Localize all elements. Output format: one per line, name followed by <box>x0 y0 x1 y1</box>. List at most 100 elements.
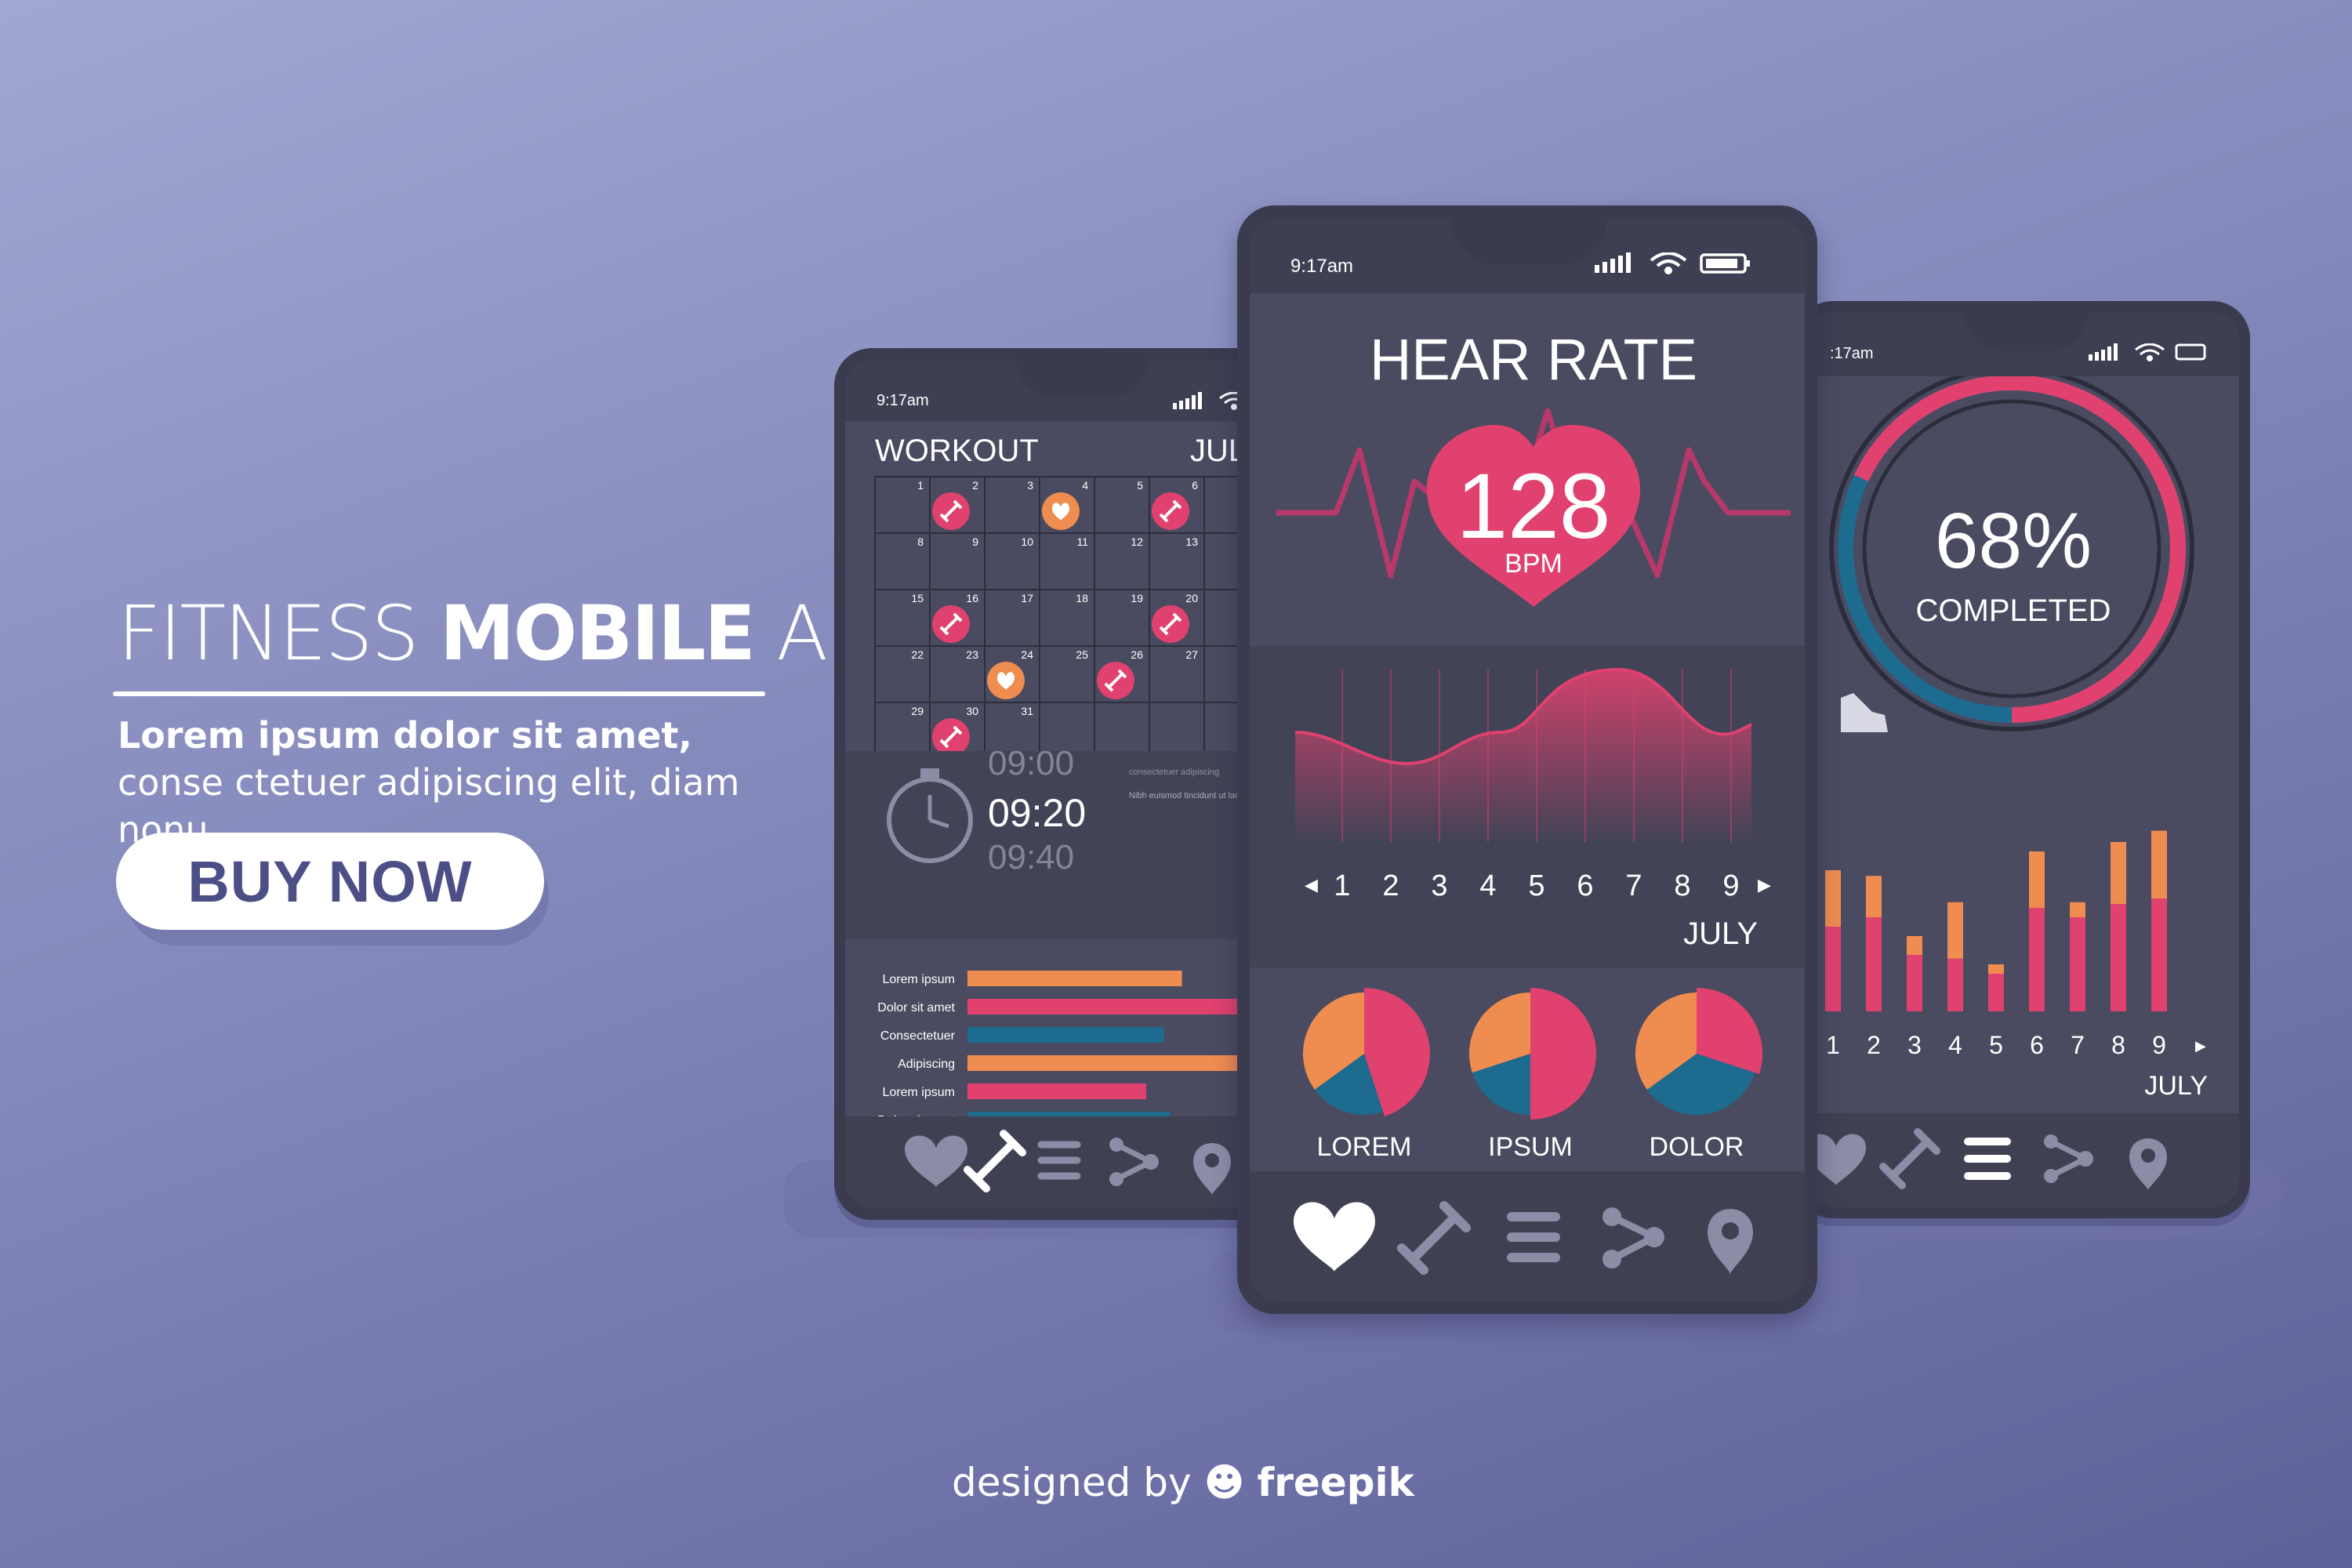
area-month: JULY <box>1683 916 1758 951</box>
calendar-day[interactable]: 29 <box>911 705 924 717</box>
calendar-day[interactable]: 12 <box>1131 535 1143 548</box>
calendar-day[interactable]: 8 <box>917 535 924 548</box>
calendar-day[interactable]: 13 <box>1185 535 1198 548</box>
calendar-day[interactable]: 27 <box>1185 648 1198 661</box>
calendar-day[interactable]: 6 <box>1192 479 1198 492</box>
calendar-day[interactable]: 26 <box>1131 648 1143 661</box>
bar-label: Lorem ipsum <box>883 973 955 986</box>
list-icon[interactable] <box>1037 1141 1081 1180</box>
next-arrow[interactable]: ▶ <box>2195 1038 2206 1054</box>
calendar-day[interactable]: 15 <box>911 592 924 604</box>
calendar-day[interactable]: 3 <box>1027 479 1033 492</box>
status-icons <box>1595 252 1750 274</box>
day-label: 1 <box>1334 869 1350 902</box>
heart-icon[interactable] <box>905 1135 967 1187</box>
dumbbell-icon[interactable] <box>1397 1201 1471 1275</box>
pie-slice <box>1530 988 1596 1120</box>
battery-icon <box>1700 253 1750 274</box>
calendar-day[interactable]: 5 <box>1137 479 1143 492</box>
freepik-logo-icon: ☻ <box>1203 1460 1258 1505</box>
left-phone-screen: 9:17am WORKOUT JULY 1 2 3 4 5 6 8 9 10 11 12 13 15 16… <box>845 359 1278 1209</box>
calendar-day[interactable]: 18 <box>1076 592 1088 604</box>
calendar-day[interactable]: 22 <box>911 648 924 661</box>
calendar-day[interactable]: 31 <box>1021 705 1033 717</box>
progress-bar-bottom <box>2151 898 2167 1011</box>
calendar-day[interactable]: 4 <box>1082 479 1088 492</box>
calendar-day[interactable]: 19 <box>1131 592 1143 604</box>
prev-arrow[interactable]: ◀ <box>1305 875 1318 895</box>
timer-panel: 09:00 09:20 09:40 consectetuer adipiscin… <box>845 744 1278 939</box>
share-icon[interactable] <box>2044 1134 2093 1183</box>
progress-bar-bottom <box>1988 974 2004 1011</box>
dumbbell-icon[interactable] <box>1879 1128 1940 1189</box>
calendar-day[interactable]: 23 <box>966 648 978 661</box>
shoe-icon <box>1841 693 1888 732</box>
calendar-day[interactable]: 20 <box>1185 592 1198 604</box>
list-icon[interactable] <box>1964 1138 2011 1180</box>
progress-bar-top <box>2151 830 2167 898</box>
list-icon[interactable] <box>1507 1212 1560 1262</box>
day-label: 8 <box>1674 869 1690 902</box>
notch <box>1450 218 1607 265</box>
location-pin-icon[interactable] <box>1708 1209 1753 1275</box>
day-label: 3 <box>1907 1031 1922 1059</box>
progress-bar-bottom <box>1947 958 1963 1011</box>
progress-bar-bottom <box>1825 927 1841 1011</box>
status-time: 9:17am <box>1290 256 1354 277</box>
timer-prev: 09:00 <box>988 751 1074 782</box>
heart-icon[interactable] <box>1294 1202 1375 1272</box>
status-bar: 9:17am <box>1250 218 1805 293</box>
pie-label: DOLOR <box>1650 1132 1744 1162</box>
calendar-day[interactable]: 25 <box>1076 648 1088 661</box>
progress-bar-bottom <box>1866 917 1882 1011</box>
day-label: 1 <box>1826 1031 1840 1059</box>
calendar-day[interactable]: 1 <box>917 479 924 492</box>
day-label: 7 <box>2071 1031 2085 1059</box>
hero-divider <box>113 691 765 696</box>
share-icon[interactable] <box>1602 1207 1664 1269</box>
share-icon[interactable] <box>1109 1138 1159 1186</box>
progress-bar-top <box>2070 902 2085 917</box>
timer-content: 09:00 09:20 09:40 consectetuer adipiscin… <box>887 744 1278 877</box>
progress-bar-top <box>2029 851 2045 908</box>
workout-title: WORKOUT <box>875 434 1039 468</box>
right-phone-screen: :17am 68% COMPLETED 1 2 3 4 5 6 7 8 9 JULY ▶ <box>1806 312 2239 1207</box>
calendar-day[interactable]: 9 <box>972 535 978 548</box>
buy-now-button[interactable]: BUY NOW <box>116 833 544 930</box>
progress-bar-top <box>1947 902 1963 959</box>
calendar-day[interactable]: 17 <box>1021 592 1033 604</box>
day-label: 4 <box>1479 869 1496 902</box>
signal-icon <box>1595 252 1631 273</box>
progress-bar-bottom <box>2111 904 2126 1011</box>
progress-ring: 68% COMPLETED <box>1829 376 2194 732</box>
calendar-day[interactable]: 10 <box>1021 535 1033 548</box>
day-label: 6 <box>1577 869 1593 902</box>
area-chart-panel: 123456789 ◀ ▶ JULY <box>1250 646 1805 967</box>
right-phone: :17am 68% COMPLETED 1 2 3 4 5 6 7 8 9 JULY ▶ <box>1795 301 2250 1218</box>
dumbbell-icon[interactable] <box>964 1130 1026 1192</box>
progress-bar-top <box>1825 870 1841 927</box>
calendar-day[interactable]: 30 <box>966 705 978 717</box>
calendar-day[interactable]: 16 <box>966 592 978 604</box>
day-label: 5 <box>1528 869 1544 902</box>
next-arrow[interactable]: ▶ <box>1758 875 1771 895</box>
activity-bar <box>967 971 1182 986</box>
left-phone: 9:17am WORKOUT JULY 1 2 3 4 5 6 8 9 10 11 12 13 15 16… <box>834 348 1289 1220</box>
bar-label: Lorem ipsum <box>883 1086 955 1099</box>
day-label: 9 <box>2152 1031 2166 1059</box>
pie-panel: LOREM IPSUM DOLOR <box>1250 967 1805 1171</box>
location-pin-icon[interactable] <box>1193 1143 1231 1195</box>
bpm-value: 128 <box>1457 455 1611 558</box>
calendar-day[interactable]: 11 <box>1076 535 1088 548</box>
progress-bar-bottom <box>2070 917 2085 1011</box>
calendar-day[interactable]: 24 <box>1021 648 1033 661</box>
signal-icon <box>1173 392 1202 409</box>
activity-bar-chart: Lorem ipsum Dolor sit amet Consectetuer Adi… <box>877 971 1250 1127</box>
tab-bar <box>1806 1113 2239 1207</box>
day-label: 2 <box>1867 1031 1881 1059</box>
progress-status: COMPLETED <box>1916 593 2111 628</box>
calendar-day[interactable]: 2 <box>972 479 978 492</box>
pie-label: IPSUM <box>1488 1132 1573 1162</box>
wifi-icon <box>2135 343 2165 361</box>
location-pin-icon[interactable] <box>2129 1138 2167 1190</box>
